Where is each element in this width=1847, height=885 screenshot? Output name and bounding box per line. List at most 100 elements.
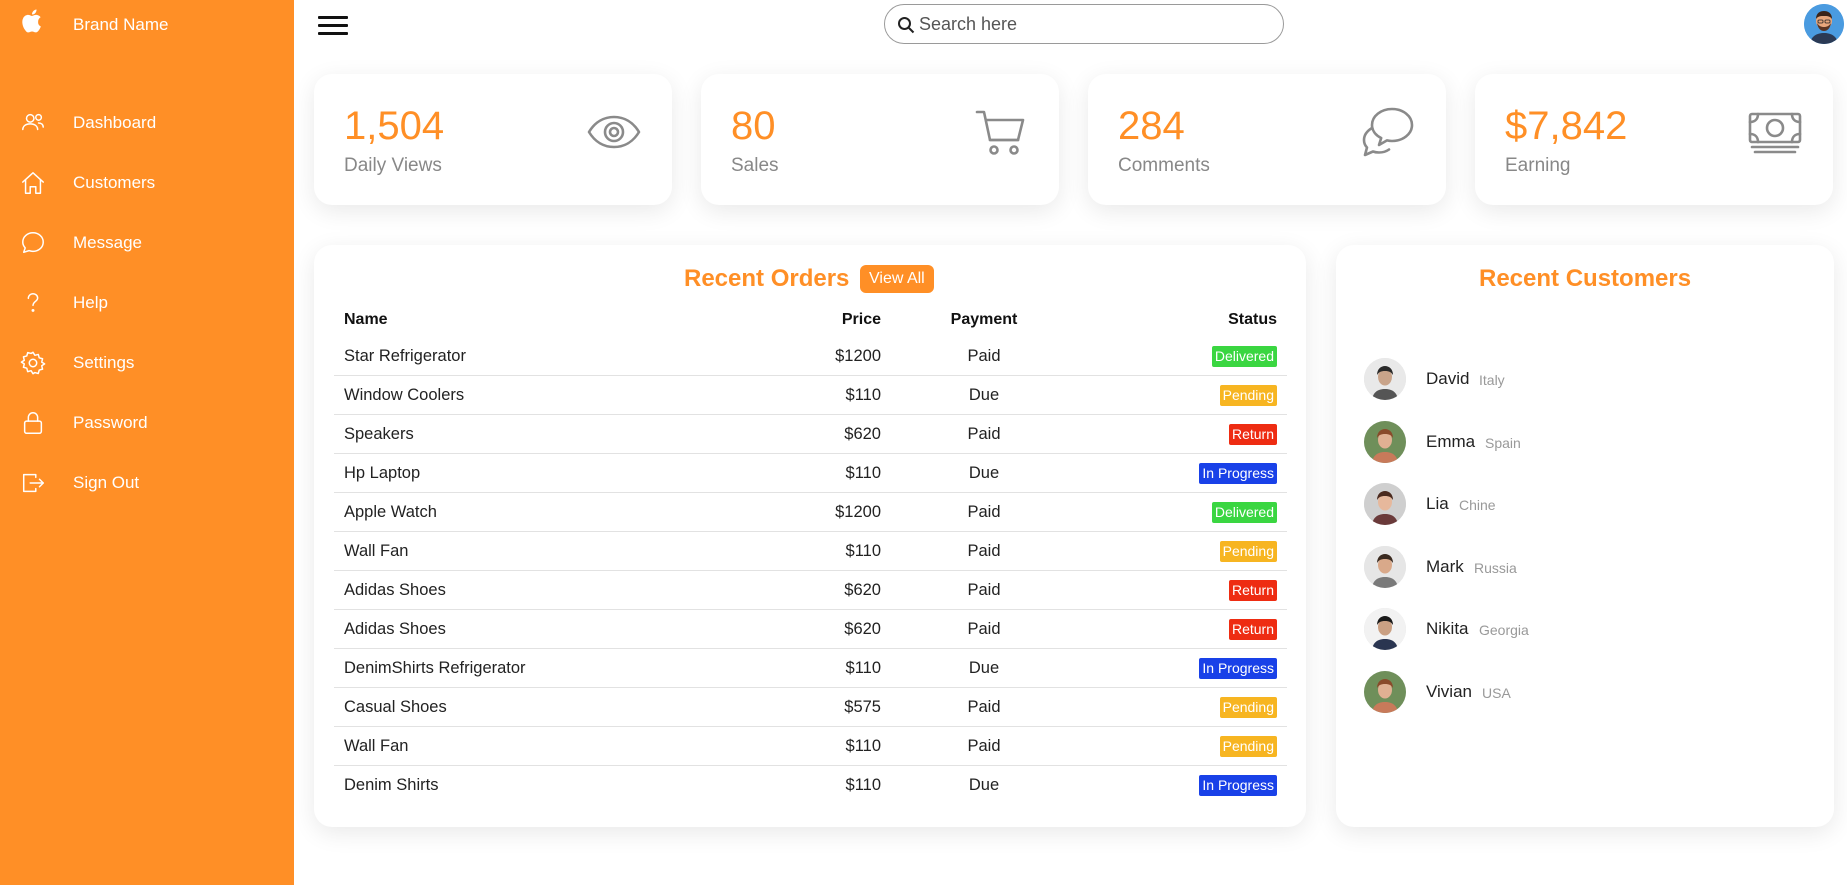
customer-name: Lia xyxy=(1426,494,1449,513)
status-badge: Pending xyxy=(1219,541,1277,562)
view-all-button[interactable]: View All xyxy=(860,265,934,293)
customer-country: USA xyxy=(1482,685,1511,701)
order-payment: Paid xyxy=(967,542,1001,560)
customer-item[interactable]: Emma Spain xyxy=(1364,421,1804,463)
table-row[interactable]: Casual Shoes $575 Paid Pending xyxy=(334,688,1287,727)
sidebar-item-settings[interactable]: Settings xyxy=(0,339,294,387)
table-header: Name Price Payment Status xyxy=(334,305,1287,337)
customer-item[interactable]: Vivian USA xyxy=(1364,671,1804,713)
table-row[interactable]: Adidas Shoes $620 Paid Return xyxy=(334,610,1287,649)
stat-label: Daily Views xyxy=(344,155,442,176)
recent-orders-title: Recent Orders xyxy=(684,265,850,292)
order-payment: Paid xyxy=(967,503,1001,521)
customer-name: Emma xyxy=(1426,432,1476,451)
order-price: $110 xyxy=(845,464,881,482)
table-row[interactable]: Denim Shirts $110 Due In Progress xyxy=(334,766,1287,805)
table-row[interactable]: Hp Laptop $110 Due In Progress xyxy=(334,454,1287,493)
order-name: Window Coolers xyxy=(344,386,465,404)
order-price: $1200 xyxy=(835,347,881,365)
stat-label: Comments xyxy=(1118,155,1210,176)
cart-icon xyxy=(973,104,1029,160)
stat-label: Earning xyxy=(1505,155,1571,176)
menu-toggle-button[interactable] xyxy=(318,14,350,36)
status-badge: Return xyxy=(1228,424,1277,445)
order-price: $110 xyxy=(845,659,881,677)
recent-orders-panel: Recent Orders View All Name Price Paymen… xyxy=(314,245,1306,827)
customer-avatar xyxy=(1364,608,1406,650)
stat-card-earning[interactable]: $7,842 Earning xyxy=(1475,74,1833,205)
order-payment: Paid xyxy=(967,347,1001,365)
status-badge: Delivered xyxy=(1211,346,1277,367)
order-name: Hp Laptop xyxy=(344,464,421,482)
sidebar-item-sign-out[interactable]: Sign Out xyxy=(0,459,294,507)
sidebar-item-label: Settings xyxy=(73,353,135,372)
table-row[interactable]: Speakers $620 Paid Return xyxy=(334,415,1287,454)
order-price: $1200 xyxy=(835,503,881,521)
home-icon xyxy=(19,169,47,197)
search-input[interactable] xyxy=(919,11,1269,37)
stat-value: 284 xyxy=(1118,104,1185,148)
table-row[interactable]: Window Coolers $110 Due Pending xyxy=(334,376,1287,415)
customer-item[interactable]: David Italy xyxy=(1364,358,1804,400)
order-payment: Paid xyxy=(967,425,1001,443)
table-row[interactable]: Adidas Shoes $620 Paid Return xyxy=(334,571,1287,610)
orders-body: Star Refrigerator $1200 Paid Delivered Windo… xyxy=(334,337,1287,805)
table-row[interactable]: Star Refrigerator $1200 Paid Delivered xyxy=(334,337,1287,376)
customer-country: Russia xyxy=(1474,560,1517,576)
stat-card-sales[interactable]: 80 Sales xyxy=(701,74,1059,205)
order-name: DenimShirts Refrigerator xyxy=(344,659,526,677)
sidebar-item-customers[interactable]: Customers xyxy=(0,159,294,207)
customer-name: Mark xyxy=(1426,557,1464,576)
sidebar-item-dashboard[interactable]: Dashboard xyxy=(0,99,294,147)
column-header-price: Price xyxy=(841,311,881,328)
table-row[interactable]: Apple Watch $1200 Paid Delivered xyxy=(334,493,1287,532)
search-icon xyxy=(897,16,915,34)
chat-bubbles-icon xyxy=(1360,104,1416,160)
table-row[interactable]: DenimShirts Refrigerator $110 Due In Progre… xyxy=(334,649,1287,688)
order-payment: Paid xyxy=(967,581,1001,599)
order-name: Casual Shoes xyxy=(344,698,447,716)
user-avatar[interactable] xyxy=(1804,4,1844,44)
sidebar-item-label: Dashboard xyxy=(73,113,157,132)
order-payment: Due xyxy=(968,386,1000,404)
recent-customers-title: Recent Customers xyxy=(1479,265,1692,292)
stat-value: $7,842 xyxy=(1505,104,1628,148)
sidebar-item-label: Password xyxy=(73,413,148,432)
column-header-status: Status xyxy=(1228,311,1277,328)
customer-item[interactable]: Lia Chine xyxy=(1364,483,1804,525)
orders-table: Name Price Payment Status Star Refrigera… xyxy=(334,305,1287,805)
stat-label: Sales xyxy=(731,155,779,176)
order-name: Adidas Shoes xyxy=(344,581,446,599)
customer-item[interactable]: Mark Russia xyxy=(1364,546,1804,588)
lock-icon xyxy=(19,409,47,437)
column-header-name: Name xyxy=(344,311,388,328)
stat-value: 80 xyxy=(731,104,776,148)
table-row[interactable]: Wall Fan $110 Paid Pending xyxy=(334,727,1287,766)
column-header-payment: Payment xyxy=(950,311,1018,328)
sidebar-item-help[interactable]: Help xyxy=(0,279,294,327)
status-badge: Return xyxy=(1228,580,1277,601)
customer-avatar xyxy=(1364,421,1406,463)
gear-icon xyxy=(19,349,47,377)
stat-card-comments[interactable]: 284 Comments xyxy=(1088,74,1446,205)
sidebar-item-label: Sign Out xyxy=(73,473,140,492)
stat-card-daily-views[interactable]: 1,504 Daily Views xyxy=(314,74,672,205)
sidebar-item-message[interactable]: Message xyxy=(0,219,294,267)
customer-avatar xyxy=(1364,358,1406,400)
status-badge: Pending xyxy=(1219,385,1277,406)
sidebar-item-label: Message xyxy=(73,233,142,252)
status-badge: Delivered xyxy=(1211,502,1277,523)
order-price: $110 xyxy=(845,386,881,404)
search-box[interactable] xyxy=(884,4,1284,44)
customer-avatar xyxy=(1364,483,1406,525)
order-price: $110 xyxy=(845,737,881,755)
order-payment: Due xyxy=(968,464,1000,482)
customer-item[interactable]: Nikita Georgia xyxy=(1364,608,1804,650)
status-badge: Pending xyxy=(1219,736,1277,757)
order-payment: Due xyxy=(968,659,1000,677)
brand[interactable]: Brand Name xyxy=(0,0,294,48)
status-badge: In Progress xyxy=(1199,775,1277,796)
table-row[interactable]: Wall Fan $110 Paid Pending xyxy=(334,532,1287,571)
sidebar-item-password[interactable]: Password xyxy=(0,399,294,447)
hamburger-icon xyxy=(318,16,348,19)
